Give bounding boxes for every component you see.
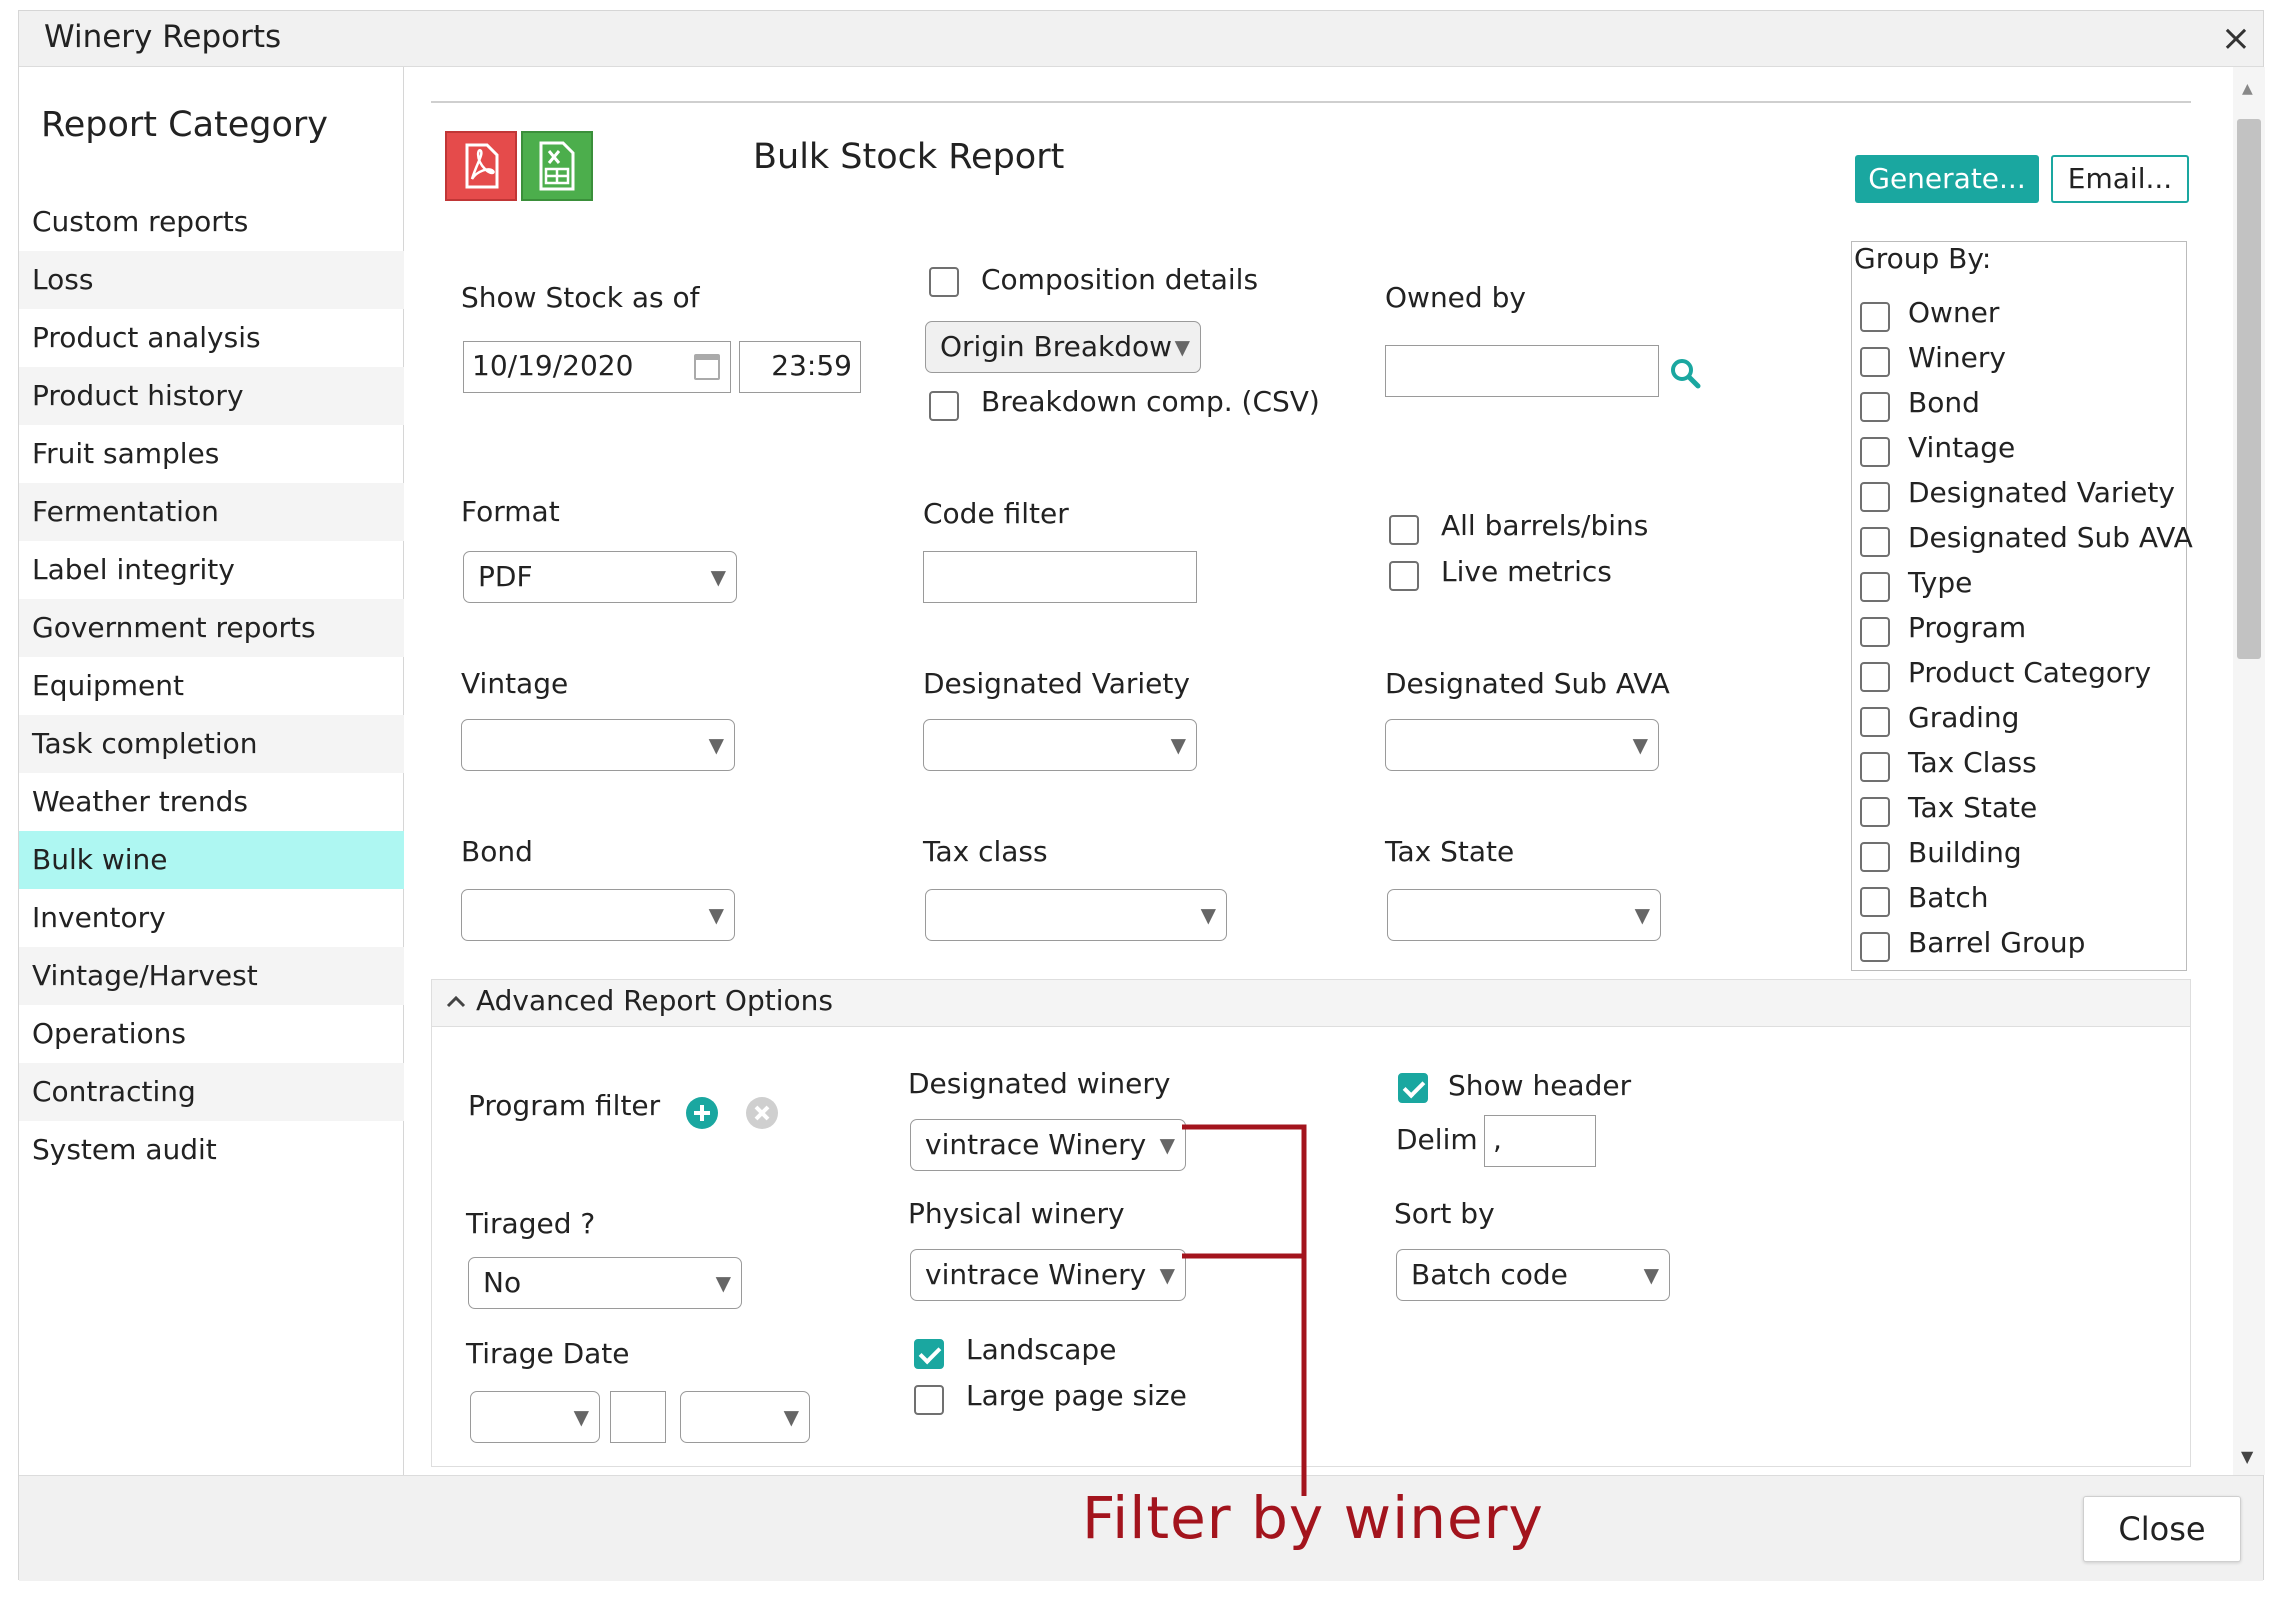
annotation-bracket <box>1182 1124 1307 1496</box>
annotation-caption: Filter by winery <box>1082 1484 1544 1552</box>
